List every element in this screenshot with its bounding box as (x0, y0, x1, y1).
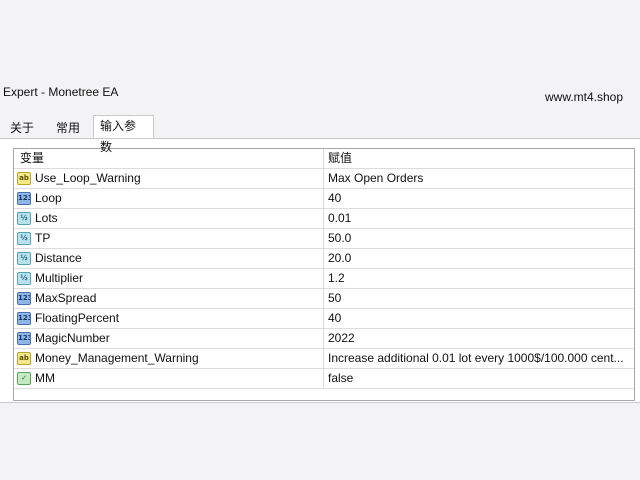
column-header-variable[interactable]: 变量 (14, 149, 324, 168)
parameter-name: MM (35, 371, 55, 385)
parameter-name: MagicNumber (35, 331, 110, 345)
parameter-name: Distance (35, 251, 82, 265)
inputs-panel: 变量 赋值 ab Use_Loop_Warning Max Open Orders… (0, 139, 640, 403)
parameter-value[interactable]: 2022 (326, 329, 634, 348)
parameters-table: 变量 赋值 ab Use_Loop_Warning Max Open Orders… (13, 148, 635, 401)
integer-icon: 123 (17, 292, 31, 305)
string-icon: ab (17, 352, 31, 365)
integer-icon: 123 (17, 332, 31, 345)
parameter-value[interactable]: 20.0 (326, 249, 634, 268)
parameter-value[interactable]: 1.2 (326, 269, 634, 288)
integer-icon: 123 (17, 312, 31, 325)
double-icon: ½ (17, 212, 31, 225)
tab-common[interactable]: 常用 (50, 119, 86, 138)
parameter-name: Multiplier (35, 271, 84, 285)
boolean-icon: ✓ (17, 372, 31, 385)
parameter-value[interactable]: 40 (326, 189, 634, 208)
table-row[interactable]: 123 Loop 40 (14, 189, 634, 209)
parameter-value[interactable]: 50.0 (326, 229, 634, 248)
tab-bar: 关于 常用 输入参数 (0, 115, 640, 154)
double-icon: ½ (17, 232, 31, 245)
parameter-value[interactable]: 50 (326, 289, 634, 308)
parameter-value[interactable]: Increase additional 0.01 lot every 1000$… (326, 349, 634, 368)
table-row[interactable]: ab Money_Management_Warning Increase addi… (14, 349, 634, 369)
table-row[interactable]: ½ TP 50.0 (14, 229, 634, 249)
parameter-name: Lots (35, 211, 58, 225)
parameter-name: Loop (35, 191, 62, 205)
column-header-value[interactable]: 赋值 (324, 149, 634, 168)
parameter-name: TP (35, 231, 51, 245)
table-row[interactable]: ab Use_Loop_Warning Max Open Orders (14, 169, 634, 189)
double-icon: ½ (17, 272, 31, 285)
table-row[interactable]: ½ Multiplier 1.2 (14, 269, 634, 289)
double-icon: ½ (17, 252, 31, 265)
table-row[interactable]: ½ Distance 20.0 (14, 249, 634, 269)
table-row[interactable]: 123 MagicNumber 2022 (14, 329, 634, 349)
watermark-text: www.mt4.shop (545, 90, 624, 104)
parameter-value[interactable]: false (326, 369, 634, 388)
table-row[interactable]: 123 FloatingPercent 40 (14, 309, 634, 329)
table-row[interactable]: ½ Lots 0.01 (14, 209, 634, 229)
table-row[interactable]: ✓ MM false (14, 369, 634, 389)
parameter-value[interactable]: 40 (326, 309, 634, 328)
parameter-name: FloatingPercent (35, 311, 120, 325)
parameter-value[interactable]: Max Open Orders (326, 169, 634, 188)
parameter-name: MaxSpread (35, 291, 97, 305)
parameter-value[interactable]: 0.01 (326, 209, 634, 228)
window-title: Expert - Monetree EA (3, 85, 119, 99)
parameter-name: Money_Management_Warning (35, 351, 199, 365)
integer-icon: 123 (17, 192, 31, 205)
tab-about[interactable]: 关于 (4, 119, 40, 138)
string-icon: ab (17, 172, 31, 185)
parameter-name: Use_Loop_Warning (35, 171, 141, 185)
table-row[interactable]: 123 MaxSpread 50 (14, 289, 634, 309)
tab-inputs[interactable]: 输入参数 (93, 115, 154, 154)
